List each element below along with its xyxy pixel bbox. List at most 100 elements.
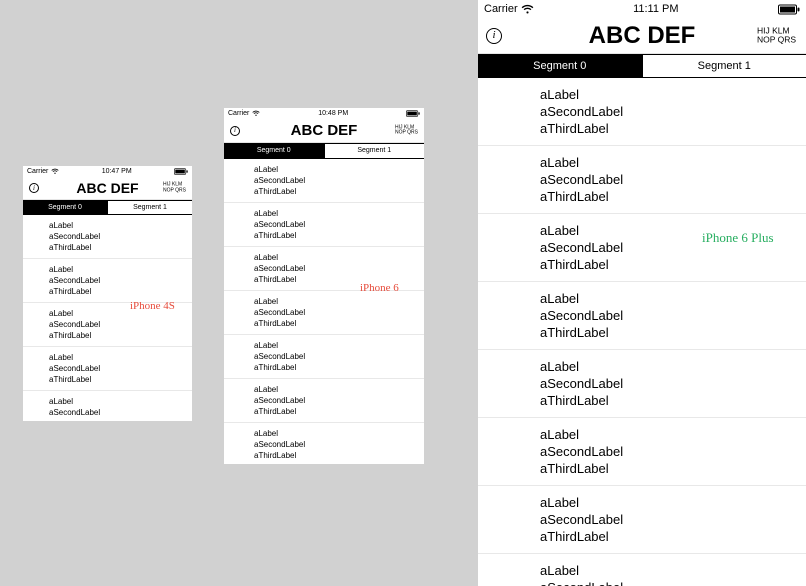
carrier-label: Carrier (228, 110, 249, 117)
table-row[interactable]: aLabelaSecondLabelaThirdLabel (478, 282, 806, 350)
list-item-label: aSecondLabel (254, 263, 424, 274)
list-item-label: aLabel (540, 358, 806, 375)
segment-0[interactable]: Segment 0 (23, 201, 108, 214)
info-icon[interactable]: i (486, 28, 502, 44)
list-item-label: aSecondLabel (540, 103, 806, 120)
segment-1[interactable]: Segment 1 (108, 201, 192, 214)
list-item-label: aLabel (49, 352, 192, 363)
page-title: ABC DEF (76, 180, 138, 196)
nav-header: i ABC DEF HIJ KLM NOP QRS (224, 119, 424, 143)
status-bar: Carrier 11:11 PM (478, 0, 806, 18)
table-view[interactable]: aLabelaSecondLabelaThirdLabelaLabelaSeco… (23, 215, 192, 421)
list-item-label: aSecondLabel (49, 231, 192, 242)
caption-iphone-6-plus: iPhone 6 Plus (702, 230, 774, 246)
list-item-label: aSecondLabel (49, 275, 192, 286)
list-item-label: aLabel (49, 396, 192, 407)
list-item-label: aThirdLabel (49, 286, 192, 297)
table-row[interactable]: aLabelaSecondLabel (478, 554, 806, 586)
list-item-label: aSecondLabel (49, 407, 192, 418)
device-iphone-4s: Carrier 10:47 PM i ABC DEF HIJ KLM NOP Q… (23, 166, 192, 421)
page-subtitle: HIJ KLM NOP QRS (757, 26, 796, 45)
list-item-label: aLabel (540, 154, 806, 171)
list-item-label: aLabel (49, 264, 192, 275)
table-row[interactable]: aLabelaSecondLabelaThirdLabel (478, 78, 806, 146)
list-item-label: aSecondLabel (540, 443, 806, 460)
page-title: ABC DEF (589, 22, 696, 50)
battery-icon (174, 168, 188, 175)
list-item-label: aLabel (254, 208, 424, 219)
list-item-label: aSecondLabel (49, 319, 192, 330)
list-item-label: aSecondLabel (540, 171, 806, 188)
segment-1[interactable]: Segment 1 (643, 55, 806, 77)
device-iphone-6-plus: Carrier 11:11 PM i ABC DEF HIJ KLM NOP Q… (478, 0, 806, 586)
table-row[interactable]: aLabelaSecondLabelaThirdLabel (224, 423, 424, 464)
table-row[interactable]: aLabelaSecondLabelaThirdLabel (478, 486, 806, 554)
table-row[interactable]: aLabelaSecondLabelaThirdLabel (224, 203, 424, 247)
status-bar: Carrier 10:47 PM (23, 166, 192, 177)
battery-icon (778, 4, 800, 15)
list-item-label: aThirdLabel (254, 450, 424, 461)
table-row[interactable]: aLabelaSecondLabelaThirdLabel (23, 347, 192, 391)
carrier-label: Carrier (484, 3, 518, 15)
status-time: 10:47 PM (59, 168, 174, 175)
page-subtitle: HIJ KLM NOP QRS (395, 125, 418, 136)
segmented-control[interactable]: Segment 0 Segment 1 (224, 143, 424, 159)
list-item-label: aSecondLabel (254, 351, 424, 362)
list-item-label: aSecondLabel (254, 175, 424, 186)
caption-iphone-4s: iPhone 4S (130, 300, 175, 312)
info-icon[interactable]: i (29, 183, 39, 193)
list-item-label: aLabel (254, 252, 424, 263)
list-item-label: aThirdLabel (254, 406, 424, 417)
list-item-label: aSecondLabel (540, 579, 806, 586)
table-row[interactable]: aLabelaSecondLabelaThirdLabel (478, 146, 806, 214)
table-row[interactable]: aLabelaSecondLabelaThirdLabel (478, 214, 806, 282)
status-bar: Carrier 10:48 PM (224, 108, 424, 119)
table-view[interactable]: aLabelaSecondLabelaThirdLabelaLabelaSeco… (224, 159, 424, 464)
list-item-label: aThirdLabel (49, 374, 192, 385)
segment-0[interactable]: Segment 0 (224, 144, 325, 158)
wifi-icon (521, 4, 534, 15)
list-item-label: aThirdLabel (540, 392, 806, 409)
segmented-control[interactable]: Segment 0 Segment 1 (478, 54, 806, 78)
list-item-label: aLabel (540, 426, 806, 443)
wifi-icon (252, 110, 260, 117)
caption-iphone-6: iPhone 6 (360, 282, 399, 294)
list-item-label: aSecondLabel (254, 219, 424, 230)
table-row[interactable]: aLabelaSecondLabelaThirdLabel (224, 379, 424, 423)
table-view[interactable]: aLabelaSecondLabelaThirdLabelaLabelaSeco… (478, 78, 806, 586)
table-row[interactable]: aLabelaSecondLabelaThirdLabel (478, 350, 806, 418)
table-row[interactable]: aLabelaSecondLabelaThirdLabel (224, 291, 424, 335)
segment-1[interactable]: Segment 1 (325, 144, 425, 158)
page-subtitle: HIJ KLM NOP QRS (163, 182, 186, 194)
nav-header: i ABC DEF HIJ KLM NOP QRS (478, 18, 806, 54)
wifi-icon (51, 168, 59, 175)
table-row[interactable]: aLabelaSecondLabelaThirdLabel (23, 259, 192, 303)
page-title: ABC DEF (291, 122, 358, 139)
table-row[interactable]: aLabelaSecondLabelaThirdLabel (224, 159, 424, 203)
list-item-label: aSecondLabel (254, 307, 424, 318)
list-item-label: aThirdLabel (49, 330, 192, 341)
nav-header: i ABC DEF HIJ KLM NOP QRS (23, 177, 192, 200)
list-item-label: aThirdLabel (540, 256, 806, 273)
list-item-label: aThirdLabel (254, 362, 424, 373)
list-item-label: aLabel (254, 384, 424, 395)
segmented-control[interactable]: Segment 0 Segment 1 (23, 200, 192, 215)
table-row[interactable]: aLabelaSecondLabelaThirdLabel (23, 215, 192, 259)
list-item-label: aLabel (540, 562, 806, 579)
table-row[interactable]: aLabelaSecondLabelaThirdLabel (224, 335, 424, 379)
segment-0[interactable]: Segment 0 (478, 55, 643, 77)
table-row[interactable]: aLabelaSecondLabelaThirdLabel (478, 418, 806, 486)
carrier-label: Carrier (27, 168, 48, 175)
list-item-label: aSecondLabel (540, 511, 806, 528)
list-item-label: aLabel (540, 86, 806, 103)
list-item-label: aThirdLabel (540, 460, 806, 477)
list-item-label: aThirdLabel (540, 120, 806, 137)
table-row[interactable]: aLabelaSecondLabel (23, 391, 192, 421)
list-item-label: aLabel (254, 296, 424, 307)
list-item-label: aLabel (540, 494, 806, 511)
info-icon[interactable]: i (230, 126, 240, 136)
list-item-label: aSecondLabel (540, 307, 806, 324)
list-item-label: aThirdLabel (254, 186, 424, 197)
status-time: 10:48 PM (260, 110, 406, 117)
list-item-label: aSecondLabel (49, 363, 192, 374)
